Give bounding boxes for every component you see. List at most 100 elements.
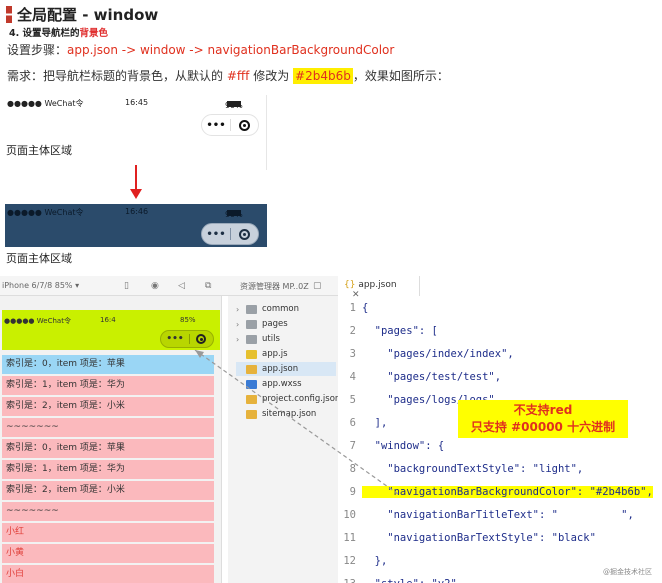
carrier-label: ●●●●● WeChat令 xyxy=(7,99,84,108)
steps-path: app.json -> window -> navigationBarBackg… xyxy=(67,43,395,57)
code-text: "navigationBarBackgroundColor": "#2b4b6b… xyxy=(362,486,653,498)
code-line[interactable]: 4 "pages/test/test", xyxy=(338,366,662,389)
title-text: 全局配置 - window xyxy=(17,6,159,24)
req-suffix: ，效果如图所示： xyxy=(352,69,449,83)
sim-menu-capsule[interactable]: ••• xyxy=(160,330,214,348)
capsule-separator xyxy=(230,228,231,240)
code-line[interactable]: 3 "pages/index/index", xyxy=(338,343,662,366)
capsule-separator xyxy=(230,119,231,131)
code-line[interactable]: 9 "navigationBarBackgroundColor": "#2b4b… xyxy=(338,481,662,504)
code-text: "navigationBarTextStyle": "black" xyxy=(362,532,596,544)
phone-preview-before: ●●●●● WeChat令 16:45 99% ••• 页面主体区域 xyxy=(5,95,267,170)
code-line[interactable]: 2 "pages": [ xyxy=(338,320,662,343)
list-item: 索引是：0，item 项是：苹果 xyxy=(2,439,214,458)
more-dots-icon[interactable]: ••• xyxy=(161,334,189,344)
chevron-right-icon[interactable]: › xyxy=(236,335,244,344)
folder-icon xyxy=(246,334,257,344)
line-number: 4 xyxy=(349,371,356,383)
file-item-app-js[interactable]: app.js xyxy=(236,347,288,361)
window-icon[interactable]: ⧉ xyxy=(205,281,211,291)
list-item: 索引是：2，item 项是：小米 xyxy=(2,481,214,500)
code-text: { xyxy=(362,302,369,314)
arrow-down-icon xyxy=(135,165,137,191)
list-item: ~~~~~~~ xyxy=(2,502,214,521)
code-text: "pages": [ xyxy=(362,325,438,337)
line-number: 12 xyxy=(343,555,356,567)
phone-icon[interactable]: ▯ xyxy=(124,281,129,291)
file-name: pages xyxy=(262,319,288,329)
list-item: 小黄 xyxy=(2,544,214,563)
code-text: "pages/test/test", xyxy=(362,371,502,383)
file-name: app.json xyxy=(262,364,299,374)
sim-battery: 85% xyxy=(180,316,196,324)
setup-steps: 设置步骤：app.json -> window -> navigationBar… xyxy=(7,41,394,58)
line-number: 7 xyxy=(349,440,356,452)
chevron-right-icon[interactable]: › xyxy=(236,305,244,314)
annotation-line2: 只支持 #00000 十六进制 xyxy=(470,420,616,434)
section-subtitle: 4. 设置导航栏的背景色 xyxy=(9,25,108,39)
list-item: 索引是：1，item 项是：华为 xyxy=(2,376,214,395)
chevron-right-icon[interactable]: › xyxy=(236,320,244,329)
code-line[interactable]: 8 "backgroundTextStyle": "light", xyxy=(338,458,662,481)
close-capsule-icon[interactable] xyxy=(196,334,206,344)
page-title: 全局配置 - window xyxy=(6,4,158,25)
line-number: 9 xyxy=(349,486,356,498)
file-name: app.wxss xyxy=(262,379,302,389)
menu-capsule[interactable]: ••• xyxy=(201,223,259,245)
code-line[interactable]: 1{ xyxy=(338,297,662,320)
file-item-pages[interactable]: › pages xyxy=(236,317,288,331)
list-item: 小红 xyxy=(2,523,214,542)
page-body-text: 页面主体区域 xyxy=(6,252,72,265)
file-item-project-config-json[interactable]: project.config.json xyxy=(236,392,338,406)
file-item-app-wxss[interactable]: app.wxss xyxy=(236,377,302,391)
req-to: #2b4b6b xyxy=(293,68,353,84)
line-number: 3 xyxy=(349,348,356,360)
time-label: 16:45 xyxy=(125,98,149,107)
status-bar: ●●●●● WeChat令 16:46 99% xyxy=(5,204,267,220)
carrier-label: ●●●●● WeChat令 xyxy=(7,208,84,217)
code-line[interactable]: 11 "navigationBarTextStyle": "black" xyxy=(338,527,662,550)
more-dots-icon[interactable]: ••• xyxy=(202,120,230,131)
menu-capsule[interactable]: ••• xyxy=(201,114,259,136)
tab-app-json[interactable]: {} app.json ✕ xyxy=(338,276,420,300)
line-number: 2 xyxy=(349,325,356,337)
list-item: 索引是：2，item 项是：小米 xyxy=(2,397,214,416)
code-line[interactable]: 7 "window": { xyxy=(338,435,662,458)
tab-label: app.json xyxy=(358,280,397,290)
file-name: app.js xyxy=(262,349,288,359)
line-number: 10 xyxy=(343,509,356,521)
more-dots-icon[interactable]: ••• xyxy=(202,229,230,240)
time-label: 16:46 xyxy=(125,207,149,216)
file-name: project.config.json xyxy=(262,394,338,404)
sim-time: 16:4 xyxy=(100,316,116,324)
record-icon[interactable]: ◉ xyxy=(151,281,159,291)
code-text: "window": { xyxy=(362,440,445,452)
line-number: 5 xyxy=(349,394,356,406)
file-item-sitemap-json[interactable]: sitemap.json xyxy=(236,407,316,421)
sound-icon[interactable]: ◁ xyxy=(178,281,185,291)
file-name: common xyxy=(262,304,300,314)
code-text: "navigationBarTitleText": " ", xyxy=(362,509,634,521)
new-file-icon[interactable]: ▢ xyxy=(313,281,322,291)
file-item-utils[interactable]: › utils xyxy=(236,332,280,346)
title-bar-icon xyxy=(6,6,12,23)
list-item: ~~~~~~~ xyxy=(2,418,214,437)
file-item-app-json[interactable]: app.json xyxy=(236,362,336,376)
wxss-icon xyxy=(246,379,257,389)
device-select[interactable]: iPhone 6/7/8 85% ▾ xyxy=(2,281,79,290)
annotation-line1: 不支持red xyxy=(513,403,573,417)
phone-preview-after: ●●●●● WeChat令 16:46 99% ••• 页面主体区域 xyxy=(5,204,267,270)
close-capsule-icon[interactable] xyxy=(239,119,250,131)
annotation-box: 不支持red 只支持 #00000 十六进制 xyxy=(458,400,628,438)
list-item: 小白 xyxy=(2,565,214,583)
file-explorer: › common › pages › utils app.js app.json app.wxs… xyxy=(228,296,338,583)
file-item-common[interactable]: › common xyxy=(236,302,299,316)
code-line[interactable]: 10 "navigationBarTitleText": " ", xyxy=(338,504,662,527)
close-capsule-icon[interactable] xyxy=(239,228,250,240)
code-text: "backgroundTextStyle": "light", xyxy=(362,463,584,475)
code-text: }, xyxy=(362,555,388,567)
steps-label: 设置步骤： xyxy=(7,43,68,57)
line-number: 13 xyxy=(338,573,356,583)
json-icon xyxy=(246,409,257,419)
battery-icon xyxy=(227,101,241,107)
